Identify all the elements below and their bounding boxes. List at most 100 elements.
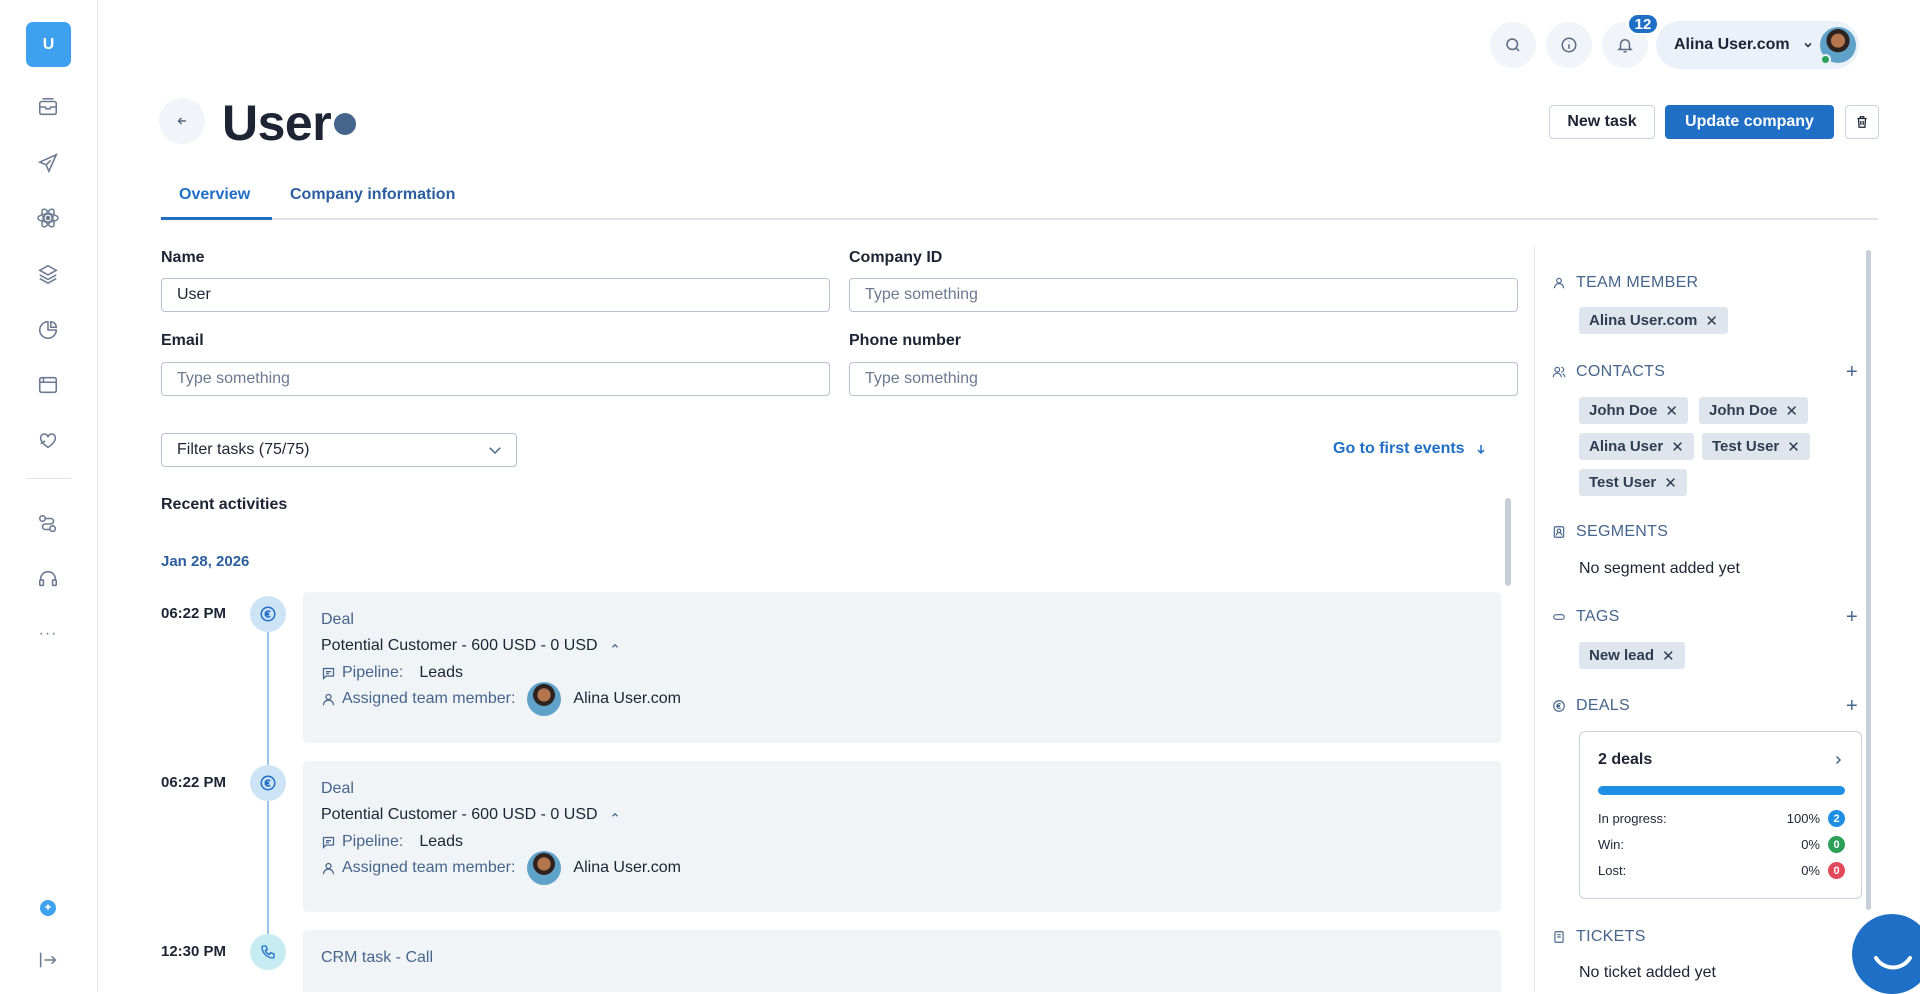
close-icon[interactable]: ✕ — [1664, 474, 1677, 492]
heart-hand-icon[interactable] — [36, 428, 60, 452]
pipeline-label: Pipeline: — [342, 833, 404, 850]
assigned-label: Assigned team member: — [342, 690, 516, 707]
team-member-heading: TEAM MEMBER — [1552, 274, 1698, 292]
contact-chip[interactable]: Alina User ✕ — [1579, 433, 1694, 460]
activity-card[interactable]: Deal Potential Customer - 600 USD - 0 US… — [303, 761, 1501, 912]
company-id-field[interactable]: Type something — [849, 278, 1518, 312]
close-icon[interactable]: ✕ — [1787, 438, 1800, 456]
email-field[interactable]: Type something — [161, 362, 830, 396]
go-to-first-events-link[interactable]: Go to first events — [1333, 440, 1487, 458]
phone-field[interactable]: Type something — [849, 362, 1518, 396]
deals-row-label: Win: — [1598, 837, 1624, 852]
tickets-heading: TICKETS — [1552, 928, 1646, 946]
atom-icon[interactable] — [36, 206, 60, 230]
close-icon[interactable]: ✕ — [1662, 647, 1675, 665]
route-icon[interactable] — [36, 512, 60, 536]
search-button[interactable] — [1490, 22, 1536, 68]
team-member-chip[interactable]: Alina User.com ✕ — [1579, 307, 1728, 334]
deals-row-pct: 0% — [1801, 863, 1820, 878]
chat-widget-button[interactable] — [1852, 914, 1920, 994]
team-member-heading-text: TEAM MEMBER — [1576, 274, 1699, 291]
users-icon — [1552, 365, 1566, 379]
chip-label: Alina User.com — [1589, 312, 1698, 329]
user-icon — [321, 861, 336, 876]
sparkle-icon[interactable]: ✦ — [36, 896, 60, 920]
activity-time: 06:22 PM — [161, 774, 227, 791]
deals-row-label: In progress: — [1598, 811, 1667, 826]
user-menu[interactable]: Alina User.com — [1656, 21, 1859, 69]
activities-scrollbar[interactable] — [1505, 498, 1511, 586]
close-icon[interactable]: ✕ — [1665, 402, 1678, 420]
chevron-right-icon[interactable] — [1832, 754, 1844, 766]
arrow-down-icon — [1475, 443, 1487, 455]
company-id-label: Company ID — [849, 249, 943, 266]
right-panel-scrollbar[interactable] — [1866, 250, 1871, 910]
pie-chart-icon[interactable] — [36, 318, 60, 342]
more-icon[interactable]: ··· — [36, 622, 60, 646]
back-button[interactable] — [159, 98, 205, 144]
assigned-row: Assigned team member: Alina User.com — [321, 851, 681, 885]
close-icon[interactable]: ✕ — [1705, 312, 1718, 330]
chip-label: Test User — [1589, 474, 1657, 491]
assigned-value: Alina User.com — [573, 690, 681, 707]
headset-icon[interactable] — [36, 567, 60, 591]
tickets-heading-text: TICKETS — [1576, 928, 1646, 945]
activity-card[interactable]: Deal Potential Customer - 600 USD - 0 US… — [303, 592, 1501, 743]
logout-icon[interactable] — [36, 948, 60, 972]
email-label: Email — [161, 332, 204, 349]
tab-bar: Overview Company information — [161, 182, 1878, 220]
activity-type: Deal — [321, 780, 354, 797]
activity-title-text: Potential Customer - 600 USD - 0 USD — [321, 806, 598, 823]
inbox-icon[interactable] — [36, 95, 60, 119]
deals-row-count: 0 — [1828, 836, 1845, 853]
notification-badge: 12 — [1627, 13, 1659, 35]
chevron-up-icon[interactable] — [610, 810, 620, 820]
update-company-button[interactable]: Update company — [1665, 105, 1834, 139]
trash-icon — [1857, 116, 1867, 128]
user-name: Alina User.com — [1674, 36, 1790, 53]
chevron-up-icon[interactable] — [610, 641, 620, 651]
contact-chip[interactable]: John Doe ✕ — [1579, 397, 1688, 424]
delete-button[interactable] — [1845, 105, 1879, 139]
chevron-down-icon — [486, 441, 504, 459]
activity-type: CRM task - Call — [321, 949, 434, 966]
activity-date: Jan 28, 2026 — [161, 553, 250, 570]
chip-label: John Doe — [1709, 402, 1778, 419]
deals-summary-card[interactable]: 2 deals In progress: 100% 2 Win: 0% 0 Lo… — [1579, 731, 1862, 899]
deals-heading-text: DEALS — [1576, 697, 1630, 714]
tags-heading: TAGS — [1552, 608, 1620, 626]
new-task-button[interactable]: New task — [1549, 105, 1655, 139]
activity-type: Deal — [321, 611, 354, 628]
segment-icon — [1552, 525, 1566, 539]
contact-chip[interactable]: John Doe ✕ — [1699, 397, 1808, 424]
name-field[interactable]: User — [161, 278, 830, 312]
filter-tasks-label: Filter tasks (75/75) — [177, 441, 310, 458]
deals-heading: DEALS — [1552, 697, 1630, 715]
activity-title: Potential Customer - 600 USD - 0 USD — [321, 806, 620, 824]
send-icon[interactable] — [36, 151, 60, 175]
layers-icon[interactable] — [36, 262, 60, 286]
assigned-value: Alina User.com — [573, 859, 681, 876]
close-icon[interactable]: ✕ — [1671, 438, 1684, 456]
add-deal-icon[interactable]: + — [1846, 696, 1858, 716]
tags-heading-text: TAGS — [1576, 608, 1620, 625]
deals-row-lost: Lost: 0% 0 — [1598, 862, 1845, 879]
tab-company-information[interactable]: Company information — [290, 186, 455, 220]
info-button[interactable] — [1546, 22, 1592, 68]
close-icon[interactable]: ✕ — [1785, 402, 1798, 420]
contact-chip[interactable]: Test User ✕ — [1702, 433, 1810, 460]
contact-chip[interactable]: Test User ✕ — [1579, 469, 1687, 496]
add-contact-icon[interactable]: + — [1846, 362, 1858, 382]
go-to-first-events-label: Go to first events — [1333, 440, 1465, 457]
browser-icon[interactable] — [36, 373, 60, 397]
smile-icon — [1874, 956, 1912, 970]
filter-tasks-select[interactable]: Filter tasks (75/75) — [161, 433, 517, 467]
tag-chip[interactable]: New lead ✕ — [1579, 642, 1685, 669]
chip-label: Alina User — [1589, 438, 1664, 455]
activity-card[interactable]: CRM task - Call — [303, 930, 1501, 992]
segments-empty: No segment added yet — [1579, 560, 1740, 577]
ticket-icon — [1552, 930, 1566, 944]
add-tag-icon[interactable]: + — [1846, 607, 1858, 627]
tab-overview[interactable]: Overview — [161, 186, 272, 220]
app-logo[interactable]: U — [26, 22, 71, 67]
